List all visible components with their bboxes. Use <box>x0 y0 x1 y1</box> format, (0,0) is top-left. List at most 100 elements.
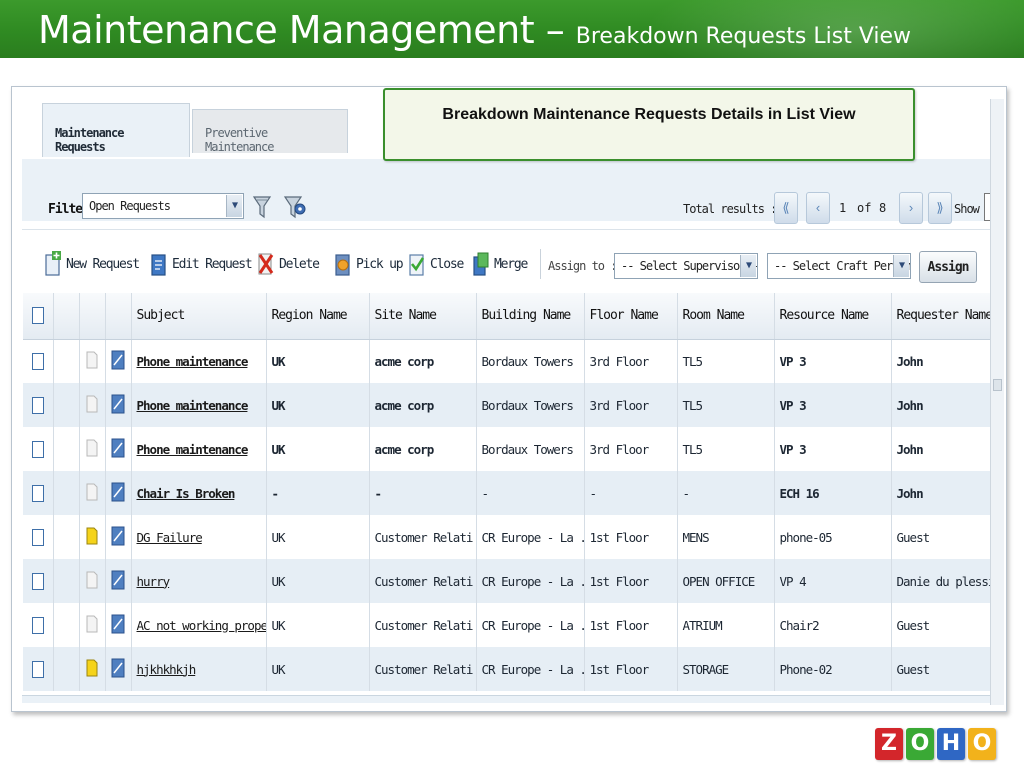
row-checkbox-cell[interactable] <box>23 647 54 691</box>
cell-subject[interactable]: Chair Is Broken <box>131 471 267 515</box>
edit-icon-cell[interactable] <box>105 559 132 603</box>
edit-icon-cell[interactable] <box>105 427 132 471</box>
delete-icon <box>258 253 274 275</box>
row-checkbox[interactable] <box>31 440 44 458</box>
row-checkbox-cell[interactable] <box>23 471 54 515</box>
column-header-floor[interactable]: Floor Name <box>584 293 678 340</box>
subject-link[interactable]: hurry <box>137 574 171 589</box>
cell-building: CR Europe - La ... <box>476 603 585 647</box>
close-button[interactable]: Close <box>408 249 464 279</box>
logo-letter: Z <box>875 728 903 760</box>
row-checkbox-cell[interactable] <box>23 603 54 647</box>
edit-icon-cell[interactable] <box>105 603 132 647</box>
gear-icon[interactable] <box>282 193 308 221</box>
cell-subject[interactable]: Phone maintenance <box>131 383 267 427</box>
row-checkbox[interactable] <box>31 660 44 678</box>
column-header-region[interactable]: Region Name <box>266 293 370 340</box>
tab-maintenance-requests[interactable]: Maintenance Requests <box>42 103 190 157</box>
row-checkbox[interactable] <box>31 352 44 370</box>
row-checkbox-cell[interactable] <box>23 383 54 427</box>
edit-icon[interactable] <box>111 614 125 634</box>
subject-link[interactable]: Phone maintenance <box>137 354 249 369</box>
note-icon-cell <box>79 515 106 559</box>
row-checkbox[interactable] <box>31 616 44 634</box>
vertical-scrollbar[interactable] <box>990 99 1004 705</box>
table-row[interactable]: hjkhkhkjh UK Customer Relati ... CR Euro… <box>23 647 993 691</box>
merge-icon <box>473 252 489 276</box>
row-checkbox[interactable] <box>31 396 44 414</box>
table-row[interactable]: DG Failure UK Customer Relati ... CR Eur… <box>23 515 993 559</box>
table-row[interactable]: Phone maintenance UK acme corp Bordaux T… <box>23 339 993 383</box>
table-row[interactable]: Phone maintenance UK acme corp Bordaux T… <box>23 383 993 427</box>
header-blank <box>53 293 80 340</box>
cell-subject[interactable]: DG Failure <box>131 515 267 559</box>
cell-resource: VP 3 <box>774 427 892 471</box>
edit-icon-cell[interactable] <box>105 515 132 559</box>
subject-link[interactable]: Phone maintenance <box>137 398 249 413</box>
cell-subject[interactable]: Phone maintenance <box>131 427 267 471</box>
edit-icon-cell[interactable] <box>105 339 132 383</box>
table-row[interactable]: Chair Is Broken - - - - - ECH 16 John <box>23 471 993 515</box>
edit-icon[interactable] <box>111 394 125 414</box>
cell-subject[interactable]: hjkhkhkjh <box>131 647 267 691</box>
edit-icon[interactable] <box>111 570 125 590</box>
merge-button[interactable]: Merge <box>472 249 528 279</box>
edit-icon[interactable] <box>111 482 125 502</box>
edit-icon[interactable] <box>111 658 125 678</box>
column-header-subject[interactable]: Subject <box>131 293 267 340</box>
first-page-button[interactable]: ⟪ <box>774 192 798 224</box>
cell-requester: Danie du plessis <box>891 559 993 603</box>
edit-icon[interactable] <box>111 438 125 458</box>
cell-building: Bordaux Towers <box>476 339 585 383</box>
table-row[interactable]: hurry UK Customer Relati ... CR Europe -… <box>23 559 993 603</box>
craft-person-select[interactable]: -- Select Craft Person ▼ <box>767 253 911 279</box>
column-header-resource[interactable]: Resource Name <box>774 293 892 340</box>
tab-preventive-maintenance[interactable]: Preventive Maintenance <box>192 109 348 154</box>
pick-up-button[interactable]: Pick up <box>334 249 404 279</box>
next-page-button[interactable]: › <box>899 192 923 224</box>
edit-request-button[interactable]: Edit Request <box>150 249 253 279</box>
select-all-checkbox-cell[interactable] <box>23 293 54 340</box>
new-request-button[interactable]: New Request <box>44 249 140 279</box>
column-header-building[interactable]: Building Name <box>476 293 585 340</box>
assign-button[interactable]: Assign <box>919 251 977 283</box>
filter-select[interactable]: Open Requests ▼ <box>82 193 244 219</box>
row-checkbox-cell[interactable] <box>23 515 54 559</box>
cell-requester: Guest <box>891 603 993 647</box>
supervisor-select[interactable]: -- Select Supervisor -- ▼ <box>614 253 758 279</box>
row-checkbox-cell[interactable] <box>23 339 54 383</box>
select-all-checkbox[interactable] <box>31 307 44 325</box>
edit-icon-cell[interactable] <box>105 383 132 427</box>
cell-subject[interactable]: hurry <box>131 559 267 603</box>
cell-floor: 1st Floor <box>584 647 678 691</box>
cell-subject[interactable]: Phone maintenance <box>131 339 267 383</box>
delete-button[interactable]: Delete <box>257 249 320 279</box>
column-header-site[interactable]: Site Name <box>369 293 477 340</box>
subject-link[interactable]: DG Failure <box>137 530 203 545</box>
subject-link[interactable]: hjkhkhkjh <box>137 662 197 677</box>
row-checkbox[interactable] <box>31 484 44 502</box>
table-row[interactable]: AC not working properly UK Customer Rela… <box>23 603 993 647</box>
cell-requester: John <box>891 339 993 383</box>
last-page-button[interactable]: ⟫ <box>928 192 952 224</box>
table-row[interactable]: Phone maintenance UK acme corp Bordaux T… <box>23 427 993 471</box>
subject-link[interactable]: AC not working properly <box>137 618 266 633</box>
blank-cell <box>53 427 80 471</box>
row-checkbox[interactable] <box>31 572 44 590</box>
row-checkbox-cell[interactable] <box>23 427 54 471</box>
row-checkbox-cell[interactable] <box>23 559 54 603</box>
prev-page-button[interactable]: ‹ <box>806 192 830 224</box>
scrollbar-grip[interactable] <box>993 379 1002 391</box>
subject-link[interactable]: Chair Is Broken <box>137 486 236 501</box>
column-header-room[interactable]: Room Name <box>677 293 775 340</box>
subject-link[interactable]: Phone maintenance <box>137 442 249 457</box>
cell-subject[interactable]: AC not working properly <box>131 603 267 647</box>
column-header-requester[interactable]: Requester Name <box>891 293 993 340</box>
edit-icon-cell[interactable] <box>105 471 132 515</box>
edit-icon-cell[interactable] <box>105 647 132 691</box>
edit-icon[interactable] <box>111 350 125 370</box>
row-checkbox[interactable] <box>31 528 44 546</box>
show-label: Show <box>954 202 980 216</box>
edit-icon[interactable] <box>111 526 125 546</box>
filter-funnel-icon[interactable] <box>252 193 272 221</box>
